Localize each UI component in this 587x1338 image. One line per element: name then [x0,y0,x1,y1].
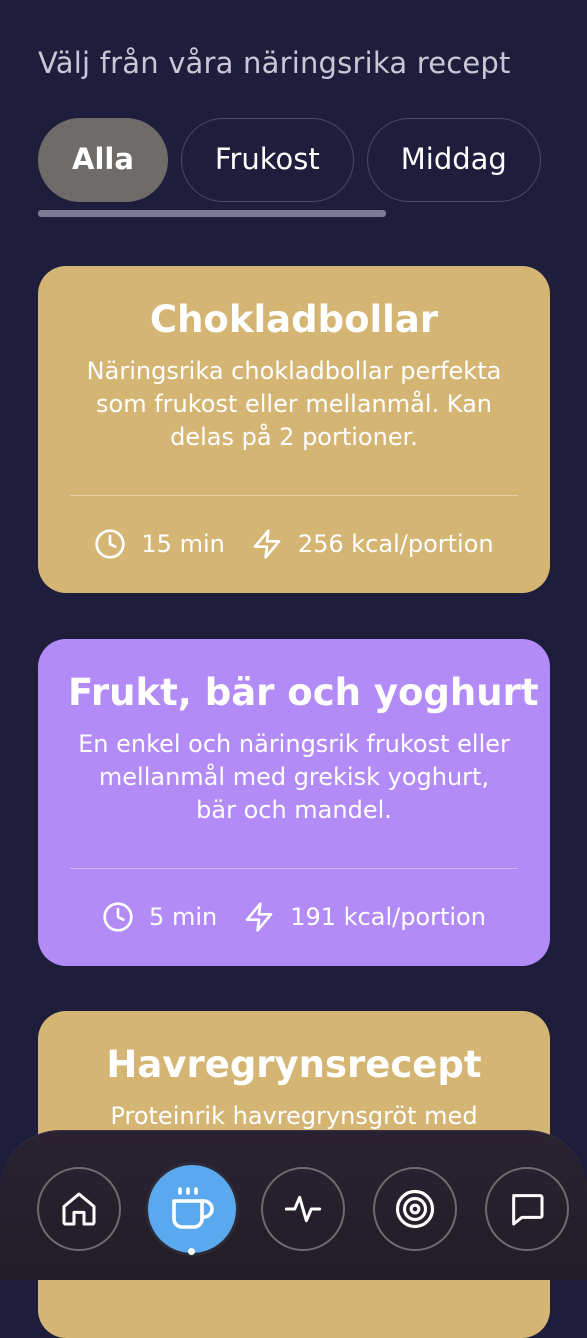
recipe-card-frukt-bar-yoghurt[interactable]: Frukt, bär och yoghurt En enkel och näri… [38,639,550,966]
recipe-description: Proteinrik havregrynsgröt med [110,1102,478,1130]
recipe-title: Havregrynsrecept [106,1043,482,1086]
filter-scroll-indicator [38,210,386,217]
home-icon [62,1192,96,1226]
lightning-icon [253,529,281,559]
recipe-description: En enkel och näringsrik frukost eller me… [78,730,510,824]
lightning-icon [245,902,273,932]
bottom-nav [0,1130,587,1280]
page-subtitle: Välj från våra näringsrika recept [38,46,511,80]
clock-icon [95,529,126,559]
filter-chip-frukost[interactable]: Frukost [180,118,354,202]
nav-home-button[interactable] [37,1167,121,1251]
nav-chat-button[interactable] [485,1167,569,1251]
nav-activity-button[interactable] [261,1167,345,1251]
filter-chip-middag[interactable]: Middag [366,118,541,202]
clock-icon [103,902,133,932]
recipe-time: 15 min [141,530,225,558]
card-divider [70,868,518,869]
recipe-calories: 191 kcal/portion [290,903,486,931]
recipe-card-chokladbollar[interactable]: Chokladbollar Näringsrika chokladbollar … [38,266,550,593]
recipe-time: 5 min [149,903,218,931]
coffee-cup-icon [172,1187,214,1229]
activity-icon [284,1195,322,1223]
nav-recipes-button[interactable] [145,1162,239,1256]
target-icon [395,1189,435,1229]
recipe-title: Chokladbollar [149,298,439,341]
active-nav-indicator [188,1248,195,1255]
recipe-title: Frukt, bär och yoghurt [68,671,539,714]
recipe-filter-tabs: Alla Frukost Middag [38,118,587,202]
recipe-description: Näringsrika chokladbollar perfekta som f… [86,357,502,451]
filter-chip-alla[interactable]: Alla [38,118,168,202]
card-divider [70,495,518,496]
nav-goals-button[interactable] [373,1167,457,1251]
recipe-meta: 5 min 191 kcal/portion [38,901,550,933]
recipe-calories: 256 kcal/portion [297,530,494,558]
chat-icon [512,1194,544,1226]
recipe-meta: 15 min 256 kcal/portion [38,528,550,560]
